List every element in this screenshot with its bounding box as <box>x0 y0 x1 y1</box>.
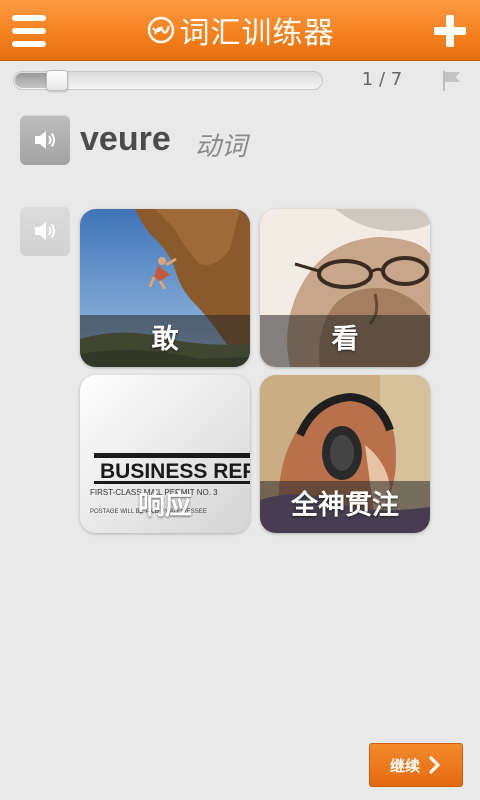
flag-icon[interactable] <box>440 70 464 92</box>
option-label: 敢 <box>151 324 179 355</box>
progress-counter: 1 / 7 <box>361 69 403 90</box>
progress-slider[interactable] <box>13 70 323 91</box>
progress-thumb[interactable] <box>46 70 68 91</box>
target-word: veure <box>80 120 171 158</box>
speaker-icon <box>35 222 55 240</box>
continue-button[interactable]: 继续 <box>369 743 463 787</box>
menu-icon[interactable] <box>12 14 48 48</box>
continue-label: 继续 <box>389 756 420 775</box>
top-bar: 词汇训练器 <box>0 0 480 61</box>
play-word-audio-button[interactable] <box>20 115 70 165</box>
answer-option-2[interactable]: 看 <box>260 209 430 367</box>
speaker-icon <box>35 131 55 149</box>
option-label: 看 <box>331 324 359 355</box>
app-title-group: 词汇训练器 <box>120 8 360 52</box>
plus-icon[interactable] <box>432 13 468 49</box>
chevron-right-icon <box>429 756 440 774</box>
app-title: 词汇训练器 <box>179 16 335 51</box>
image-text-line: BUSINESS REP <box>100 460 250 483</box>
logo-icon <box>147 16 174 44</box>
answer-option-4[interactable]: 全神贯注 <box>260 375 430 533</box>
option-label: 全神贯注 <box>291 490 399 521</box>
play-options-audio-button[interactable] <box>20 206 70 256</box>
option-label: 响应 <box>138 490 192 521</box>
answer-option-1[interactable]: 敢 <box>80 209 250 367</box>
answer-option-3[interactable]: BUSINESS REP FIRST-CLASS MAIL PERMIT NO.… <box>80 375 250 533</box>
word-type: 动词 <box>195 132 248 162</box>
app-screen: 词汇训练器 1 / 7 veure 动词 敢 看 BUSINESS REP FI… <box>0 0 480 800</box>
